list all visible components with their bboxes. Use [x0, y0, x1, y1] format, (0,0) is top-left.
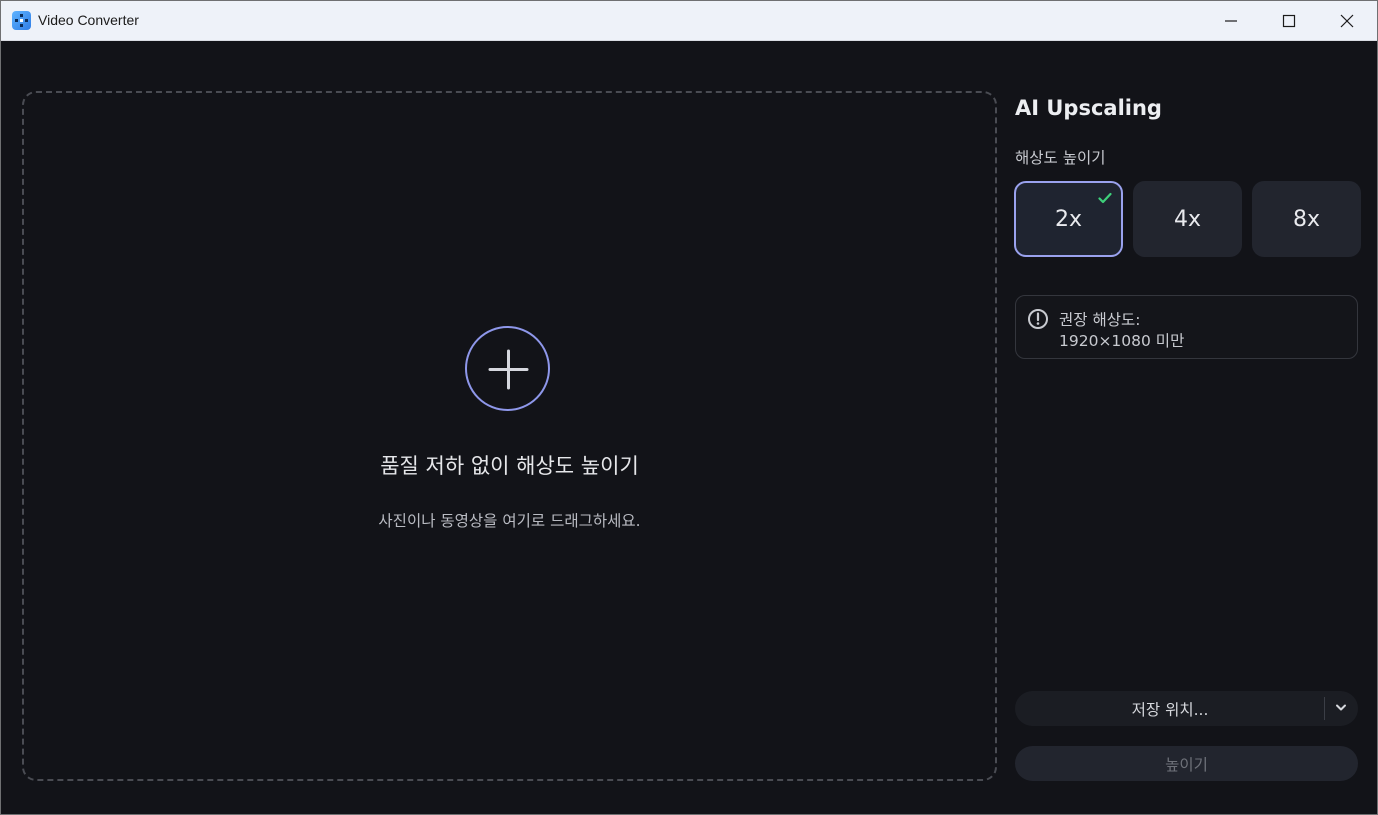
minimize-button[interactable]	[1202, 1, 1260, 40]
notice-line-2: 1920×1080 미만	[1059, 332, 1185, 350]
checkmark-icon	[1098, 192, 1112, 204]
upscale-button-label: 높이기	[1165, 755, 1208, 774]
dropdown-divider	[1324, 697, 1325, 720]
drop-zone-hint: 사진이나 동영상을 여기로 드래그하세요.	[378, 512, 641, 530]
app-window: Video Converter 품질 저하 없이 해상도 높이기 사진이나 동영…	[0, 0, 1378, 815]
close-icon	[1340, 14, 1354, 28]
maximize-icon	[1282, 14, 1296, 28]
scale-8x-label: 8x	[1292, 206, 1321, 232]
window-title: Video Converter	[38, 12, 139, 28]
title-bar[interactable]: Video Converter	[1, 1, 1377, 41]
drop-zone-title: 품질 저하 없이 해상도 높이기	[380, 454, 639, 478]
maximize-button[interactable]	[1260, 1, 1318, 40]
close-button[interactable]	[1318, 1, 1376, 40]
exclamation-circle-icon	[1028, 309, 1048, 329]
scale-4x-button[interactable]: 4x	[1133, 181, 1242, 257]
scale-2x-label: 2x	[1054, 206, 1083, 232]
recommended-resolution-notice: 권장 해상도: 1920×1080 미만	[1015, 295, 1358, 359]
add-file-button[interactable]	[465, 326, 550, 411]
app-logo-icon	[12, 11, 31, 30]
file-drop-zone[interactable]	[22, 91, 997, 781]
chevron-down-icon[interactable]	[1335, 703, 1347, 713]
scale-4x-label: 4x	[1173, 206, 1202, 232]
save-location-dropdown[interactable]: 저장 위치...	[1015, 691, 1358, 726]
notice-line-1: 권장 해상도:	[1059, 311, 1141, 329]
upscale-button[interactable]: 높이기	[1015, 746, 1358, 781]
scale-2x-button[interactable]: 2x	[1014, 181, 1123, 257]
save-location-label: 저장 위치...	[1131, 701, 1209, 719]
minimize-icon	[1225, 20, 1237, 22]
scale-label: 해상도 높이기	[1015, 149, 1106, 167]
plus-circle-icon	[488, 349, 529, 390]
scale-8x-button[interactable]: 8x	[1252, 181, 1361, 257]
panel-title: AI Upscaling	[1015, 96, 1162, 120]
